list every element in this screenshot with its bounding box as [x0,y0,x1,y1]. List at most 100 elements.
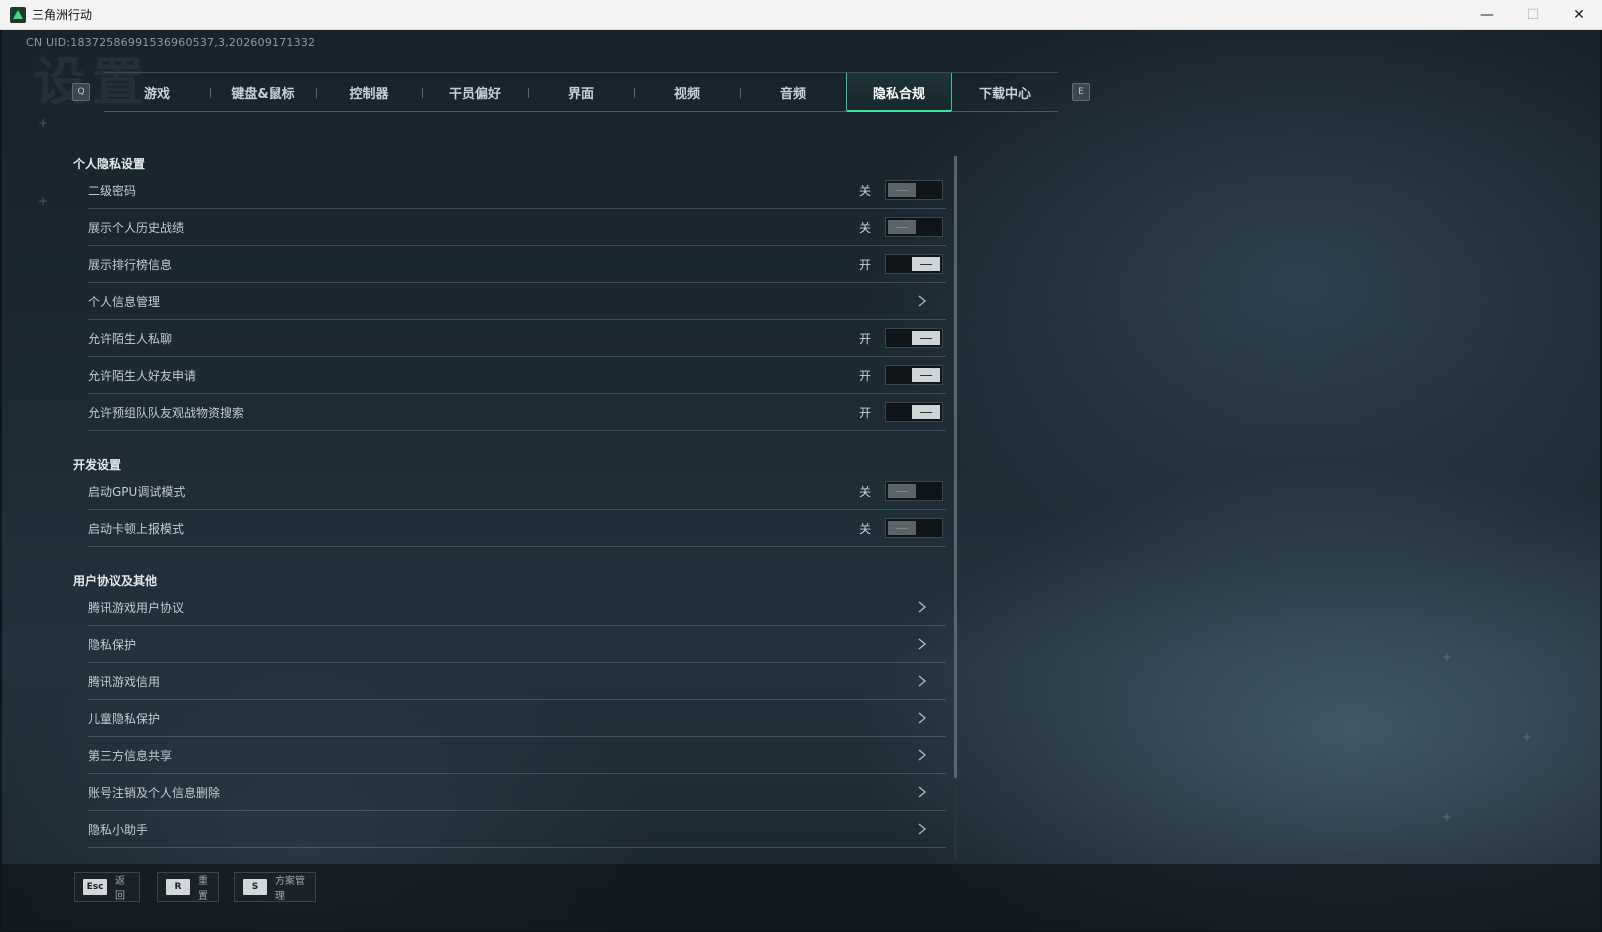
toggle-knob [912,331,940,345]
toggle-knob [888,521,916,535]
back-button[interactable]: Esc 返回 [74,872,140,902]
section-title: 个人隐私设置 [73,157,146,171]
setting-label: 账号注销及个人信息删除 [88,785,221,800]
setting-label: 允许陌生人私聊 [88,331,173,346]
tab-2[interactable]: 控制器 [316,73,422,111]
chevron-right-icon [916,601,928,613]
tab-list: 游戏 键盘&鼠标 控制器 干员偏好 界面 视频 音频 隐私合规 下载中心 [104,72,1058,112]
toggle-switch[interactable] [885,217,943,237]
toggle-setting-row[interactable]: 二级密码 关 [88,172,946,209]
toggle-knob [888,220,916,234]
settings-list: 个人隐私设置 二级密码关展示个人历史战绩关展示排行榜信息开个人信息管理 允许陌生人私… [70,150,946,858]
setting-label: 启动卡顿上报模式 [88,521,185,536]
link-setting-row[interactable]: 腾讯游戏用户协议 [88,589,946,626]
preset-manage-label: 方案管理 [275,876,305,902]
crosshair-mark-icon: + [1442,650,1453,664]
toggle-switch[interactable] [885,481,943,501]
reset-button[interactable]: R 重置 [157,872,219,902]
bottom-action-bar: Esc 返回 R 重置 S 方案管理 [2,864,1600,930]
toggle-setting-row[interactable]: 启动GPU调试模式 关 [88,473,946,510]
toggle-knob [912,405,940,419]
setting-label: 腾讯游戏信用 [88,674,161,689]
app-logo-icon [10,6,26,23]
toggle-switch[interactable] [885,180,943,200]
toggle-switch[interactable] [885,365,943,385]
setting-label: 展示排行榜信息 [88,257,173,272]
toggle-state-text: 开 [858,405,871,420]
toggle-knob [888,484,916,498]
toggle-state-text: 关 [858,220,871,235]
chevron-right-icon [916,638,928,650]
s-key-icon: S [243,879,267,895]
setting-label: 腾讯游戏用户协议 [88,600,185,615]
preset-manage-button[interactable]: S 方案管理 [234,872,316,902]
chevron-right-icon [916,823,928,835]
window-titlebar: 三角洲行动 — ☐ ✕ [0,0,1602,30]
settings-screen: 设置 CN UID:18372586991536960537,3,2026091… [2,30,1600,930]
toggle-state-text: 关 [858,484,871,499]
crosshair-mark-icon: + [38,194,49,208]
settings-tabbar: Q 游戏 键盘&鼠标 控制器 干员偏好 界面 视频 音频 隐私合规 下载中心 E [72,72,1090,112]
link-setting-row[interactable]: 隐私小助手 [88,811,946,848]
toggle-switch[interactable] [885,328,943,348]
setting-label: 允许预组队队友观战物资搜索 [88,405,245,420]
toggle-setting-row[interactable]: 允许陌生人好友申请 开 [88,357,946,394]
maximize-button[interactable]: ☐ [1510,0,1556,30]
chevron-right-icon [916,749,928,761]
tab-4[interactable]: 界面 [528,73,634,111]
link-setting-row[interactable]: 儿童隐私保护 [88,700,946,737]
toggle-state-text: 开 [858,257,871,272]
setting-label: 二级密码 [88,183,137,198]
tab-8[interactable]: 下载中心 [952,73,1058,111]
toggle-setting-row[interactable]: 启动卡顿上报模式 关 [88,510,946,547]
toggle-state-text: 关 [858,183,871,198]
minimize-button[interactable]: — [1464,0,1510,30]
section-title: 开发设置 [73,458,122,472]
toggle-setting-row[interactable]: 允许预组队队友观战物资搜索 开 [88,394,946,431]
toggle-setting-row[interactable]: 允许陌生人私聊 开 [88,320,946,357]
toggle-state-text: 关 [858,521,871,536]
toggle-state-text: 开 [858,331,871,346]
setting-label: 展示个人历史战绩 [88,220,185,235]
crosshair-mark-icon: + [38,116,49,130]
link-setting-row[interactable]: 隐私保护 [88,626,946,663]
toggle-switch[interactable] [885,518,943,538]
toggle-knob [912,257,940,271]
prev-tab-key[interactable]: Q [72,83,90,101]
link-setting-row[interactable]: 第三方信息共享 [88,737,946,774]
toggle-knob [912,368,940,382]
tab-3[interactable]: 干员偏好 [422,73,528,111]
player-uid: CN UID:18372586991536960537,3,2026091713… [26,36,316,49]
link-setting-row[interactable]: 个人信息管理 [88,283,946,320]
link-setting-row[interactable]: 账号注销及个人信息删除 [88,774,946,811]
tab-5[interactable]: 视频 [634,73,740,111]
chevron-right-icon [916,712,928,724]
toggle-setting-row[interactable]: 展示排行榜信息 开 [88,246,946,283]
toggle-setting-row[interactable]: 展示个人历史战绩 关 [88,209,946,246]
esc-key-icon: Esc [83,879,107,895]
tab-0[interactable]: 游戏 [104,73,210,111]
section-title: 用户协议及其他 [73,574,158,588]
crosshair-mark-icon: + [1442,810,1453,824]
toggle-switch[interactable] [885,254,943,274]
toggle-switch[interactable] [885,402,943,422]
scrollbar-track[interactable] [954,778,957,860]
crosshair-mark-icon: + [1522,730,1533,744]
tab-7[interactable]: 隐私合规 [846,73,952,112]
setting-label: 隐私保护 [88,637,137,652]
setting-label: 允许陌生人好友申请 [88,368,197,383]
toggle-knob [888,183,916,197]
window-controls: — ☐ ✕ [1464,0,1602,30]
tab-1[interactable]: 键盘&鼠标 [210,73,316,111]
reset-label: 重置 [198,876,208,902]
setting-label: 启动GPU调试模式 [88,484,186,499]
close-button[interactable]: ✕ [1556,0,1602,30]
next-tab-key[interactable]: E [1072,83,1090,101]
tab-6[interactable]: 音频 [740,73,846,111]
chevron-right-icon [916,675,928,687]
chevron-right-icon [916,786,928,798]
chevron-right-icon [916,295,928,307]
link-setting-row[interactable]: 腾讯游戏信用 [88,663,946,700]
scrollbar-thumb[interactable] [954,156,957,778]
